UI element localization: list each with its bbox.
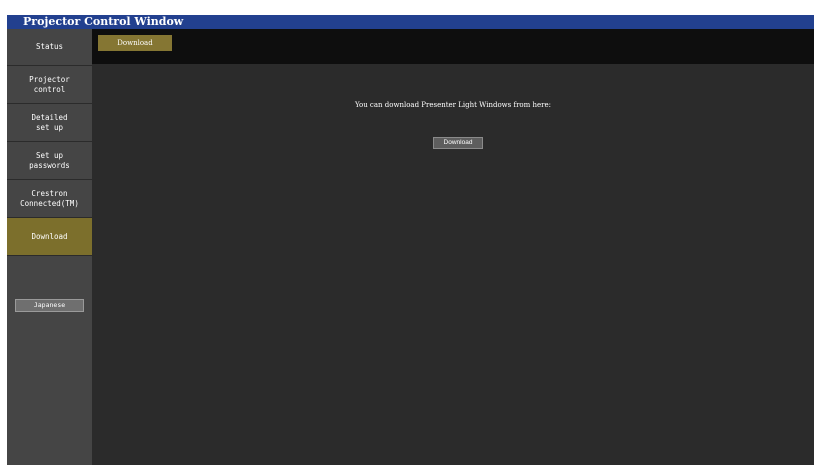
sidebar-item-projector-control[interactable]: Projector control xyxy=(7,66,92,104)
tab-download[interactable]: Download xyxy=(98,35,172,51)
download-message: You can download Presenter Light Windows… xyxy=(354,101,552,109)
sidebar-item-detailed-set-up[interactable]: Detailed set up xyxy=(7,104,92,142)
sidebar: Status Projector control Detailed set up… xyxy=(7,29,92,465)
japanese-language-button[interactable]: Japanese xyxy=(15,299,84,312)
window-title: Projector Control Window xyxy=(7,15,814,29)
sidebar-item-set-up-passwords[interactable]: Set up passwords xyxy=(7,142,92,180)
sidebar-item-download[interactable]: Download xyxy=(7,218,92,256)
sidebar-item-crestron-connected[interactable]: Crestron Connected(TM) xyxy=(7,180,92,218)
sidebar-item-status[interactable]: Status xyxy=(7,29,92,66)
main-content: You can download Presenter Light Windows… xyxy=(92,64,814,465)
download-button[interactable]: Download xyxy=(433,137,483,149)
tab-bar: Download xyxy=(92,29,814,64)
projector-control-window: Projector Control Window Status Projecto… xyxy=(7,15,814,465)
